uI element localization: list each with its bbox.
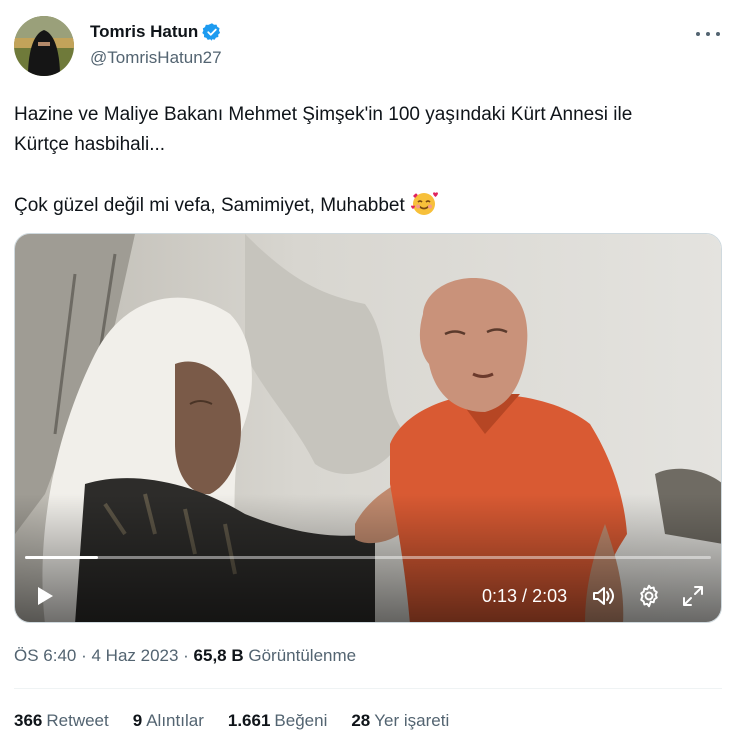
stat-label: Yer işareti bbox=[374, 711, 450, 730]
video-frame bbox=[15, 234, 721, 622]
divider bbox=[14, 688, 722, 689]
avatar[interactable] bbox=[14, 16, 74, 76]
stat-likes[interactable]: 1.661 Beğeni bbox=[228, 711, 327, 731]
tweet-text: Hazine ve Maliye Bakanı Mehmet Şimşek'in… bbox=[14, 100, 726, 221]
smiling-face-with-hearts-emoji-icon bbox=[410, 190, 439, 216]
stat-count: 1.661 bbox=[227, 711, 271, 730]
video-player[interactable]: 0:13 / 2:03 bbox=[14, 233, 722, 623]
gear-icon[interactable] bbox=[636, 583, 662, 609]
video-progress-fill bbox=[25, 556, 98, 559]
more-horizontal-icon[interactable] bbox=[696, 28, 720, 40]
stat-label: Beğeni bbox=[274, 711, 328, 730]
tweet-text-line-1: Hazine ve Maliye Bakanı Mehmet Şimşek'in… bbox=[14, 104, 633, 125]
tweet-text-line-3: Çok güzel değil mi vefa, Samimiyet, Muha… bbox=[14, 195, 405, 216]
play-icon[interactable] bbox=[33, 584, 57, 608]
tweet-meta: ÖS 6:40 · 4 Haz 2023 · 65,8 B Görüntülen… bbox=[14, 646, 356, 666]
meta-separator-2: · bbox=[178, 646, 194, 665]
tweet-header: Tomris Hatun @TomrisHatun27 bbox=[14, 16, 732, 80]
expand-icon[interactable] bbox=[681, 584, 705, 608]
tweet-timestamp[interactable]: ÖS 6:40 · 4 Haz 2023 bbox=[14, 646, 178, 665]
video-time: 0:13 / 2:03 bbox=[482, 586, 567, 607]
stat-label: Retweet bbox=[46, 711, 109, 730]
author-display-name[interactable]: Tomris Hatun bbox=[90, 22, 198, 42]
tweet-stats: 366 Retweet 9 Alıntılar 1.661 Beğeni 28 Yer … bbox=[14, 711, 473, 731]
stat-retweets[interactable]: 366 Retweet bbox=[14, 711, 109, 731]
author-name-row: Tomris Hatun bbox=[90, 22, 222, 42]
video-progress-bar[interactable] bbox=[25, 556, 711, 559]
tweet-date: 4 Haz 2023 bbox=[91, 646, 179, 665]
volume-icon[interactable] bbox=[591, 584, 617, 608]
author-handle[interactable]: @TomrisHatun27 bbox=[90, 48, 222, 68]
video-time-separator: / bbox=[517, 586, 533, 606]
tweet-time: ÖS 6:40 bbox=[14, 646, 77, 665]
video-duration: 2:03 bbox=[532, 586, 568, 606]
tweet-text-line-3-container: Çok güzel değil mi vefa, Samimiyet, Muha… bbox=[14, 190, 726, 221]
video-current-time: 0:13 bbox=[482, 586, 518, 606]
verified-badge-icon bbox=[202, 22, 222, 42]
meta-separator-1: · bbox=[76, 646, 92, 665]
stat-count: 366 bbox=[14, 711, 43, 730]
stat-count: 28 bbox=[351, 711, 371, 730]
stat-bookmarks[interactable]: 28 Yer işareti bbox=[351, 711, 449, 731]
views-label: Görüntülenme bbox=[248, 646, 357, 665]
stat-label: Alıntılar bbox=[146, 711, 204, 730]
tweet-text-line-2: Kürtçe hasbihali... bbox=[14, 134, 166, 155]
views-count: 65,8 B bbox=[193, 646, 244, 665]
stat-count: 9 bbox=[132, 711, 143, 730]
stat-quotes[interactable]: 9 Alıntılar bbox=[133, 711, 204, 731]
